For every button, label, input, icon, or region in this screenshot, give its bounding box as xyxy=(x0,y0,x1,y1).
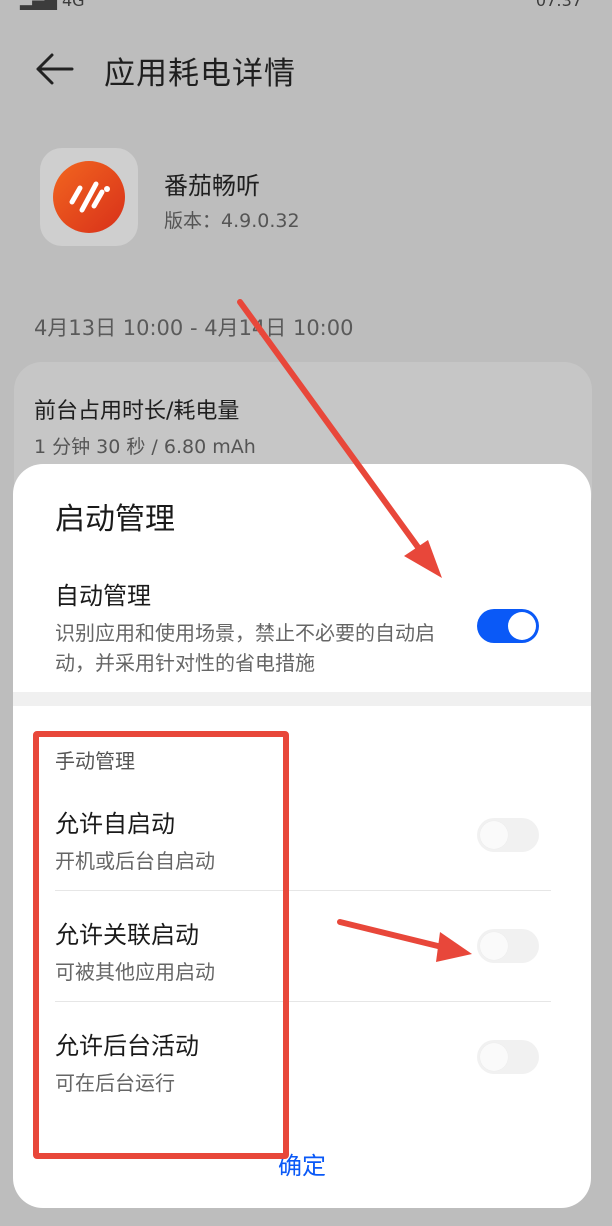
annotation-arrow-icon xyxy=(337,919,472,962)
annotation-arrow-icon xyxy=(237,299,442,578)
annotation-arrows xyxy=(237,299,472,962)
